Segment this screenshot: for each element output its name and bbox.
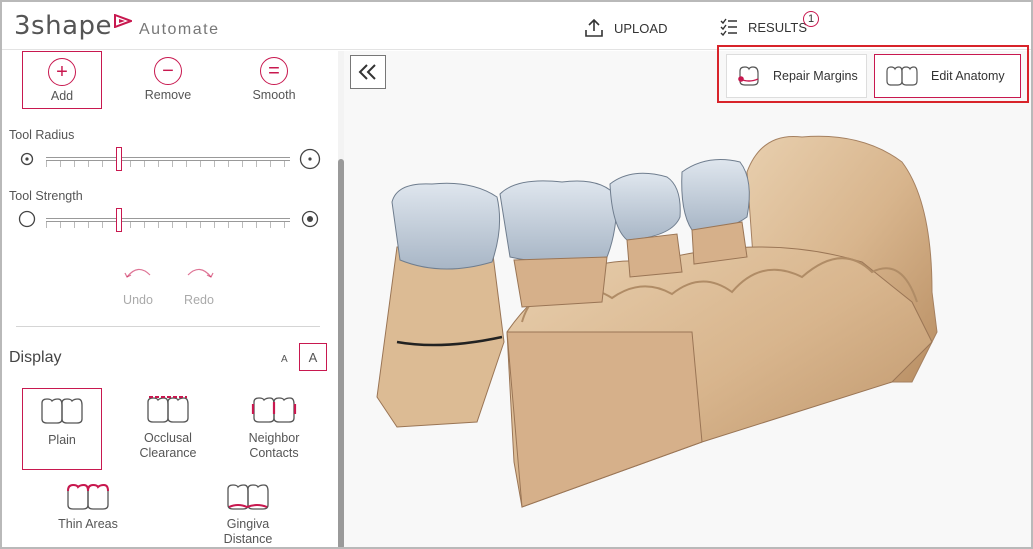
tooth-margin-icon (738, 66, 759, 86)
tool-radius-slider[interactable] (46, 147, 290, 171)
teeth-gingiva-icon (227, 484, 269, 510)
tool-strength-slider[interactable] (46, 208, 290, 232)
smooth-tool-label: Smooth (252, 88, 296, 102)
teeth-occlusal-icon (147, 396, 189, 423)
tool-strength-label: Tool Strength (9, 189, 83, 203)
display-mode-neighbor-label-2: Contacts (249, 446, 299, 460)
collapse-panel-button[interactable] (350, 55, 386, 89)
results-count-badge: 1 (803, 11, 819, 27)
display-mode-occlusal-label-2: Clearance (139, 446, 197, 460)
tool-strength-thumb[interactable] (116, 208, 123, 232)
large-radius-icon (299, 148, 321, 170)
tool-radius-label: Tool Radius (9, 128, 75, 142)
edit-anatomy-label: Edit Anatomy (931, 69, 1005, 83)
equals-icon: = (260, 57, 288, 85)
display-mode-gingiva-distance[interactable]: Gingiva Distance (208, 483, 288, 547)
display-mode-plain-label: Plain (48, 433, 76, 447)
font-size-large-button[interactable]: A (299, 343, 327, 371)
teeth-plain-icon (41, 398, 83, 424)
font-size-small-button[interactable]: A (281, 354, 288, 365)
upload-label: UPLOAD (614, 20, 668, 36)
display-mode-plain[interactable]: Plain (22, 388, 102, 470)
checklist-icon (720, 18, 737, 36)
display-mode-thin-areas-label: Thin Areas (58, 517, 118, 531)
results-button[interactable]: RESULTS (720, 18, 807, 36)
teeth-thin-areas-icon (67, 483, 109, 510)
redo-button[interactable]: Redo (177, 293, 221, 307)
undo-icon (124, 268, 151, 278)
upload-button[interactable]: UPLOAD (584, 18, 667, 38)
brand-triangle-icon (114, 14, 132, 28)
dental-model-render[interactable] (344, 51, 1031, 549)
top-bar: 3shape Automate UPLOAD RESULTS 1 (2, 2, 1031, 50)
teeth-edit-anatomy-icon (886, 66, 918, 86)
brand-logo: 3shape (14, 11, 132, 41)
teeth-neighbor-icon (251, 397, 297, 423)
display-mode-occlusal-clearance[interactable]: Occlusal Clearance (128, 396, 208, 461)
display-mode-neighbor-contacts[interactable]: Neighbor Contacts (234, 396, 314, 461)
add-tool-button[interactable]: + Add (22, 51, 102, 109)
display-mode-gingiva-label-1: Gingiva (226, 517, 270, 531)
display-mode-gingiva-label-2: Distance (223, 532, 273, 546)
app-window: 3shape Automate UPLOAD RESULTS 1 + Add −… (0, 0, 1033, 549)
add-tool-label: Add (50, 89, 74, 103)
undo-button[interactable]: Undo (116, 293, 160, 307)
results-label: RESULTS (748, 19, 807, 35)
display-mode-neighbor-label-1: Neighbor (248, 431, 300, 445)
display-mode-occlusal-label-1: Occlusal (144, 431, 192, 445)
low-strength-icon (18, 210, 36, 228)
3d-viewport[interactable] (344, 51, 1031, 549)
smooth-tool-button[interactable]: = Smooth (234, 51, 314, 109)
tool-radius-thumb[interactable] (116, 147, 123, 171)
high-strength-icon (301, 210, 319, 228)
brand-wordmark: 3shape (14, 11, 112, 41)
display-mode-thin-areas[interactable]: Thin Areas (48, 483, 128, 532)
tool-panel: + Add − Remove = Smooth Tool Radius Tool… (2, 51, 342, 547)
minus-icon: − (154, 57, 182, 85)
repair-margins-label: Repair Margins (773, 69, 858, 83)
section-divider (16, 326, 320, 327)
app-name: Automate (139, 21, 220, 38)
small-radius-icon (20, 152, 34, 166)
remove-tool-button[interactable]: − Remove (128, 51, 208, 109)
repair-margins-button[interactable]: Repair Margins (726, 54, 867, 98)
plus-icon: + (48, 58, 76, 86)
edit-anatomy-button[interactable]: Edit Anatomy (874, 54, 1021, 98)
display-section-title: Display (9, 349, 62, 366)
redo-icon (187, 268, 214, 278)
upload-icon (585, 18, 603, 37)
remove-tool-label: Remove (144, 88, 192, 102)
double-chevron-left-icon (358, 64, 376, 80)
